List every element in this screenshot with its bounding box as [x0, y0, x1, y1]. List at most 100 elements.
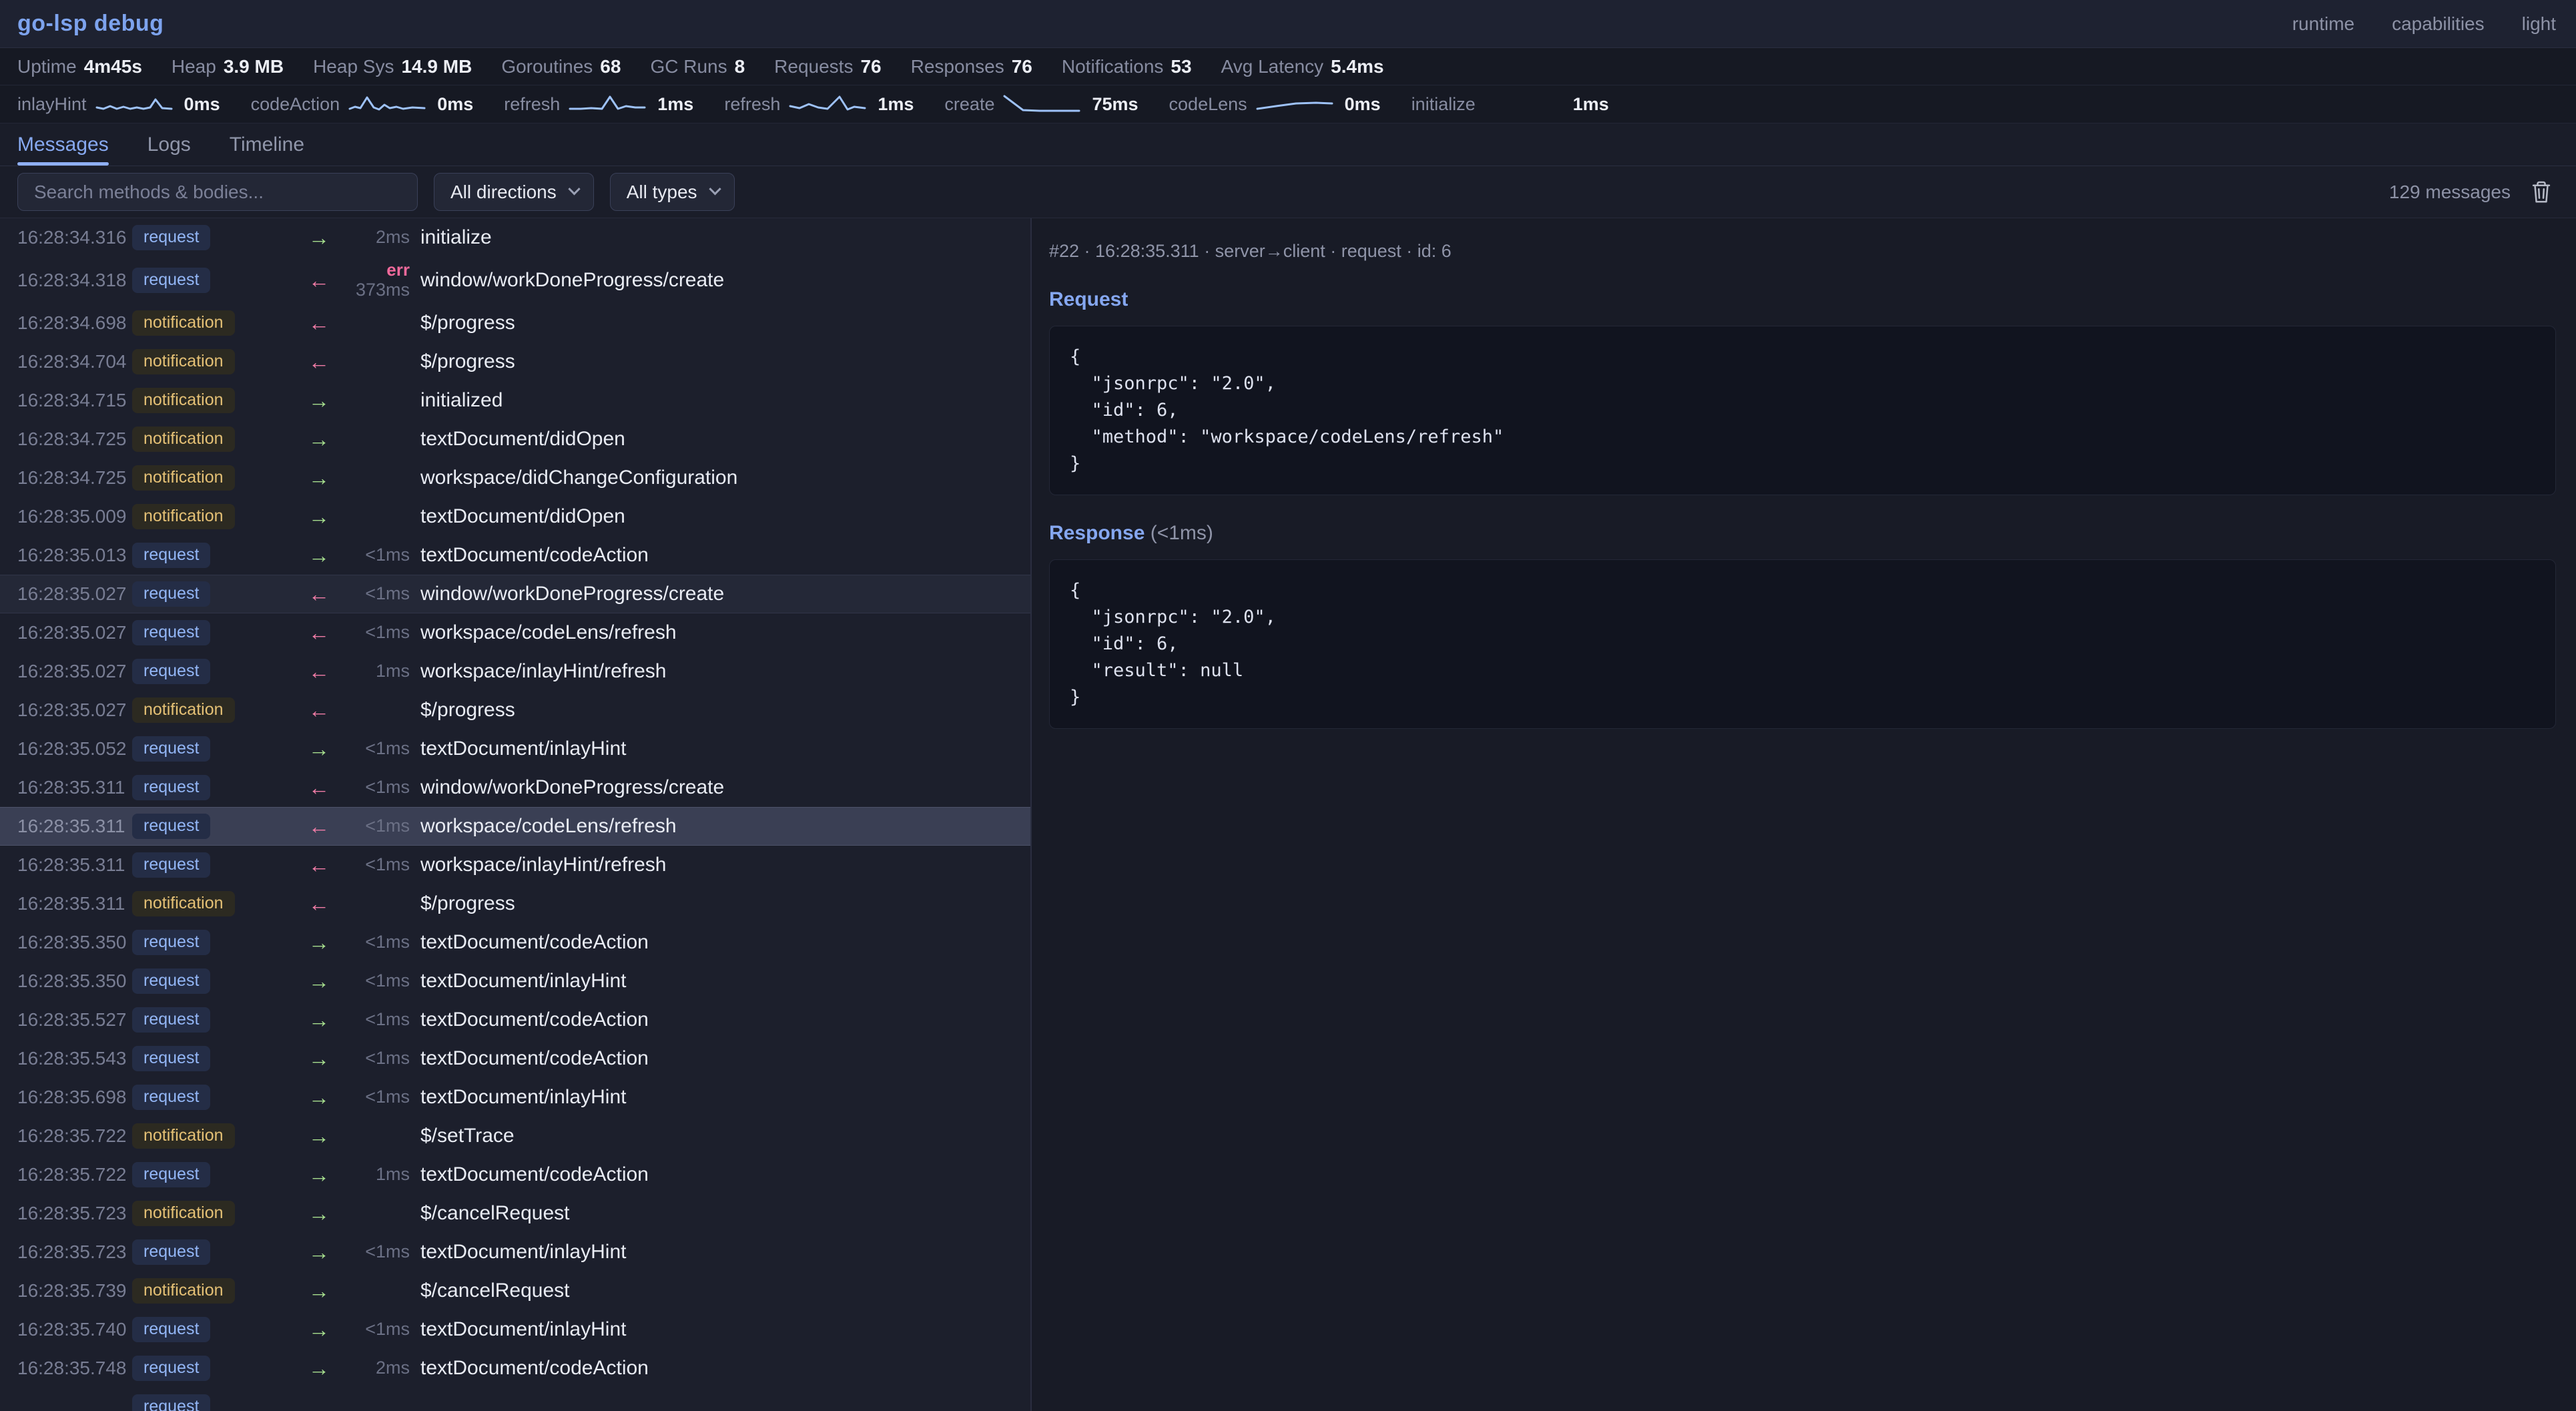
stat-value: 3.9 MB	[224, 56, 284, 77]
message-type-cell: notification	[132, 504, 292, 529]
direction-arrow-icon: ←	[308, 853, 330, 877]
direction-cell: →	[292, 1124, 346, 1149]
duration-column: err <1ms	[346, 970, 410, 991]
duration-label: <1ms	[365, 545, 410, 565]
message-row[interactable]: 16:28:35.722 notification → err $/setTra…	[0, 1117, 1030, 1155]
duration-column: err 2ms	[346, 227, 410, 248]
clear-messages-button[interactable]	[2527, 178, 2556, 207]
message-row[interactable]: 16:28:34.698 notification ← err $/progre…	[0, 304, 1030, 342]
method-name: $/cancelRequest	[420, 1280, 569, 1302]
message-row[interactable]: 16:28:34.725 notification → err workspac…	[0, 459, 1030, 497]
message-row[interactable]: 16:28:35.009 notification → err textDocu…	[0, 497, 1030, 536]
duration-column: err <1ms	[346, 583, 410, 604]
direction-cell: ←	[292, 582, 346, 607]
message-type-cell: request	[132, 1046, 292, 1071]
chevron-down-icon	[568, 183, 580, 195]
message-row[interactable]: 16:28:35.027 request ← err 1ms workspace…	[0, 652, 1030, 691]
message-row[interactable]: 16:28:34.715 notification → err initiali…	[0, 381, 1030, 420]
message-timestamp: 16:28:34.318	[17, 270, 132, 291]
message-row[interactable]: 16:28:35.748 request → err 2ms textDocum…	[0, 1349, 1030, 1388]
method-name: $/progress	[420, 312, 515, 334]
message-row[interactable]: 16:28:35.698 request → err <1ms textDocu…	[0, 1078, 1030, 1117]
stat-item: Notifications53	[1062, 56, 1192, 77]
message-row[interactable]: 16:28:35.739 notification → err $/cancel…	[0, 1272, 1030, 1310]
sparkline-item: inlayHint0ms	[17, 94, 220, 115]
duration-column: err <1ms	[346, 1048, 410, 1069]
lsp-debug-app: go-lsp debug runtimecapabilitieslight Up…	[0, 0, 2576, 1411]
message-row[interactable]: 16:28:34.318 request ← err 373ms window/…	[0, 257, 1030, 304]
tab-bar: Messages Logs Timeline	[0, 123, 2576, 166]
message-row[interactable]: 16:28:35.311 request ← err <1ms workspac…	[0, 807, 1030, 846]
stat-label: Uptime	[17, 56, 77, 77]
direction-cell: →	[292, 226, 346, 250]
message-row[interactable]: request err	[0, 1388, 1030, 1411]
message-row[interactable]: 16:28:35.722 request → err 1ms textDocum…	[0, 1155, 1030, 1194]
message-row[interactable]: 16:28:35.527 request → err <1ms textDocu…	[0, 1001, 1030, 1039]
sparkline-value: 1ms	[878, 94, 914, 115]
message-row[interactable]: 16:28:35.543 request → err <1ms textDocu…	[0, 1039, 1030, 1078]
direction-filter-select[interactable]: All directions	[434, 173, 594, 211]
tab-messages[interactable]: Messages	[17, 123, 109, 166]
message-row[interactable]: 16:28:35.311 notification ← err $/progre…	[0, 884, 1030, 923]
message-type-cell: request	[132, 581, 292, 607]
trash-icon	[2529, 180, 2554, 205]
response-duration: (<1ms)	[1151, 522, 1213, 544]
duration-label: <1ms	[365, 583, 410, 604]
message-row[interactable]: 16:28:34.316 request → err 2ms initializ…	[0, 218, 1030, 257]
direction-arrow-icon: →	[308, 505, 330, 529]
response-json-body: { "jsonrpc": "2.0", "id": 6, "result": n…	[1049, 559, 2556, 729]
method-name: $/cancelRequest	[420, 1202, 569, 1225]
message-row[interactable]: 16:28:34.704 notification ← err $/progre…	[0, 342, 1030, 381]
duration-column: err 1ms	[346, 661, 410, 681]
direction-arrow-icon: →	[308, 1085, 330, 1109]
message-row[interactable]: 16:28:35.013 request → err <1ms textDocu…	[0, 536, 1030, 575]
message-row[interactable]: 16:28:35.350 request → err <1ms textDocu…	[0, 962, 1030, 1001]
message-row[interactable]: 16:28:35.311 request ← err <1ms window/w…	[0, 768, 1030, 807]
method-name: textDocument/codeAction	[420, 1357, 649, 1380]
message-type-cell: request	[132, 814, 292, 839]
direction-arrow-icon: ←	[308, 698, 330, 722]
message-row[interactable]: 16:28:35.350 request → err <1ms textDocu…	[0, 923, 1030, 962]
method-name: window/workDoneProgress/create	[420, 269, 724, 292]
message-row[interactable]: 16:28:35.740 request → err <1ms textDocu…	[0, 1310, 1030, 1349]
message-type-badge: request	[132, 775, 210, 800]
duration-label: <1ms	[365, 622, 410, 643]
direction-cell: →	[292, 969, 346, 994]
message-row[interactable]: 16:28:35.027 request ← err <1ms window/w…	[0, 575, 1030, 613]
message-type-cell: request	[132, 968, 292, 994]
request-label: Request	[1049, 288, 1128, 310]
message-type-badge: request	[132, 1239, 210, 1265]
message-row[interactable]: 16:28:35.027 request ← err <1ms workspac…	[0, 613, 1030, 652]
message-type-badge: notification	[132, 697, 235, 723]
message-row[interactable]: 16:28:35.723 request → err <1ms textDocu…	[0, 1233, 1030, 1272]
search-input[interactable]	[17, 173, 418, 211]
message-row[interactable]: 16:28:35.052 request → err <1ms textDocu…	[0, 730, 1030, 768]
stat-value: 14.9 MB	[401, 56, 472, 77]
message-row[interactable]: 16:28:35.027 notification ← err $/progre…	[0, 691, 1030, 730]
sparkline-item: codeAction0ms	[251, 94, 474, 115]
message-row[interactable]: 16:28:35.311 request ← err <1ms workspac…	[0, 846, 1030, 884]
message-row[interactable]: 16:28:35.723 notification → err $/cancel…	[0, 1194, 1030, 1233]
message-timestamp: 16:28:35.740	[17, 1319, 132, 1340]
titlebar-link-capabilities[interactable]: capabilities	[2392, 13, 2485, 35]
stat-label: Heap Sys	[313, 56, 394, 77]
message-timestamp: 16:28:35.052	[17, 738, 132, 760]
sparkline-value: 75ms	[1092, 94, 1138, 115]
tab-timeline[interactable]: Timeline	[230, 123, 304, 166]
message-timestamp: 16:28:35.722	[17, 1164, 132, 1185]
method-name: textDocument/inlayHint	[420, 1318, 626, 1341]
message-type-badge: request	[132, 968, 210, 994]
message-timestamp: 16:28:35.722	[17, 1125, 132, 1147]
type-filter-select[interactable]: All types	[610, 173, 735, 211]
tab-logs[interactable]: Logs	[147, 123, 191, 166]
message-type-badge: notification	[132, 388, 235, 413]
method-name: $/progress	[420, 699, 515, 722]
sparkline-value: 0ms	[437, 94, 473, 115]
detail-meta: #22 · 16:28:35.311 · server→client · req…	[1049, 241, 2556, 262]
titlebar-link-light[interactable]: light	[2522, 13, 2556, 35]
sparkline-value: 0ms	[184, 94, 220, 115]
message-row[interactable]: 16:28:34.725 notification → err textDocu…	[0, 420, 1030, 459]
direction-cell: →	[292, 1279, 346, 1304]
title-bar-links: runtime capabilities light	[2292, 13, 2556, 35]
titlebar-link-runtime[interactable]: runtime	[2292, 13, 2354, 35]
